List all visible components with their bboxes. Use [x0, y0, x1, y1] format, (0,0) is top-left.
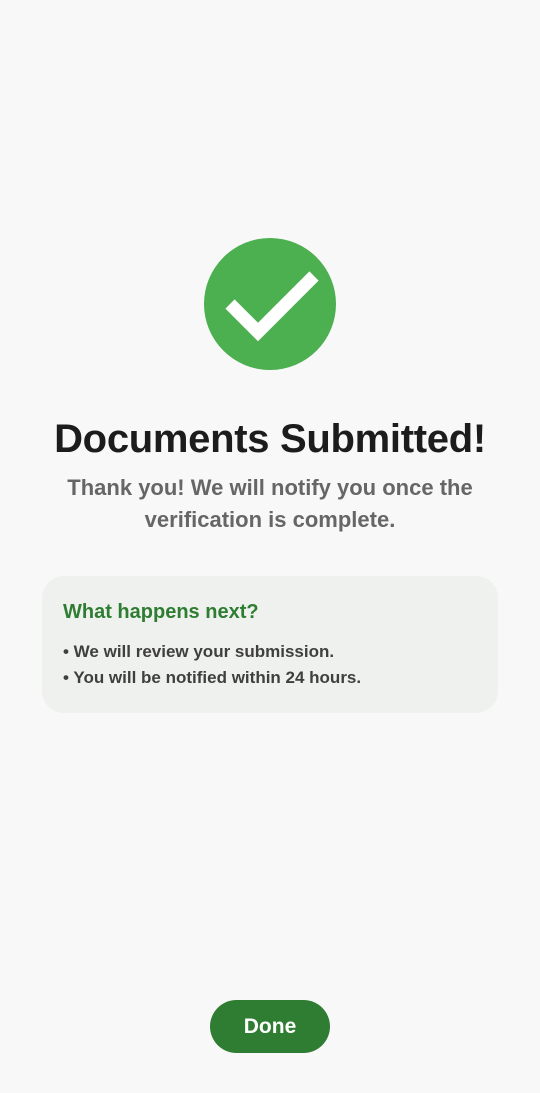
done-button[interactable]: Done: [210, 1000, 330, 1053]
screen: { "success": { "icon": "checkmark-circle…: [0, 0, 540, 1093]
confirmation-message: Thank you! We will notify you once the v…: [67, 475, 473, 532]
next-steps-list: • We will review your submission. • You …: [63, 639, 361, 691]
next-steps-card: What happens next? • We will review your…: [42, 576, 498, 713]
next-steps-heading: What happens next?: [63, 601, 259, 623]
list-item: • You will be notified within 24 hours.: [63, 668, 362, 687]
page-title: Documents Submitted!: [54, 417, 486, 461]
checkmark-circle-icon: [204, 238, 336, 370]
list-item: • We will review your submission.: [63, 642, 335, 661]
